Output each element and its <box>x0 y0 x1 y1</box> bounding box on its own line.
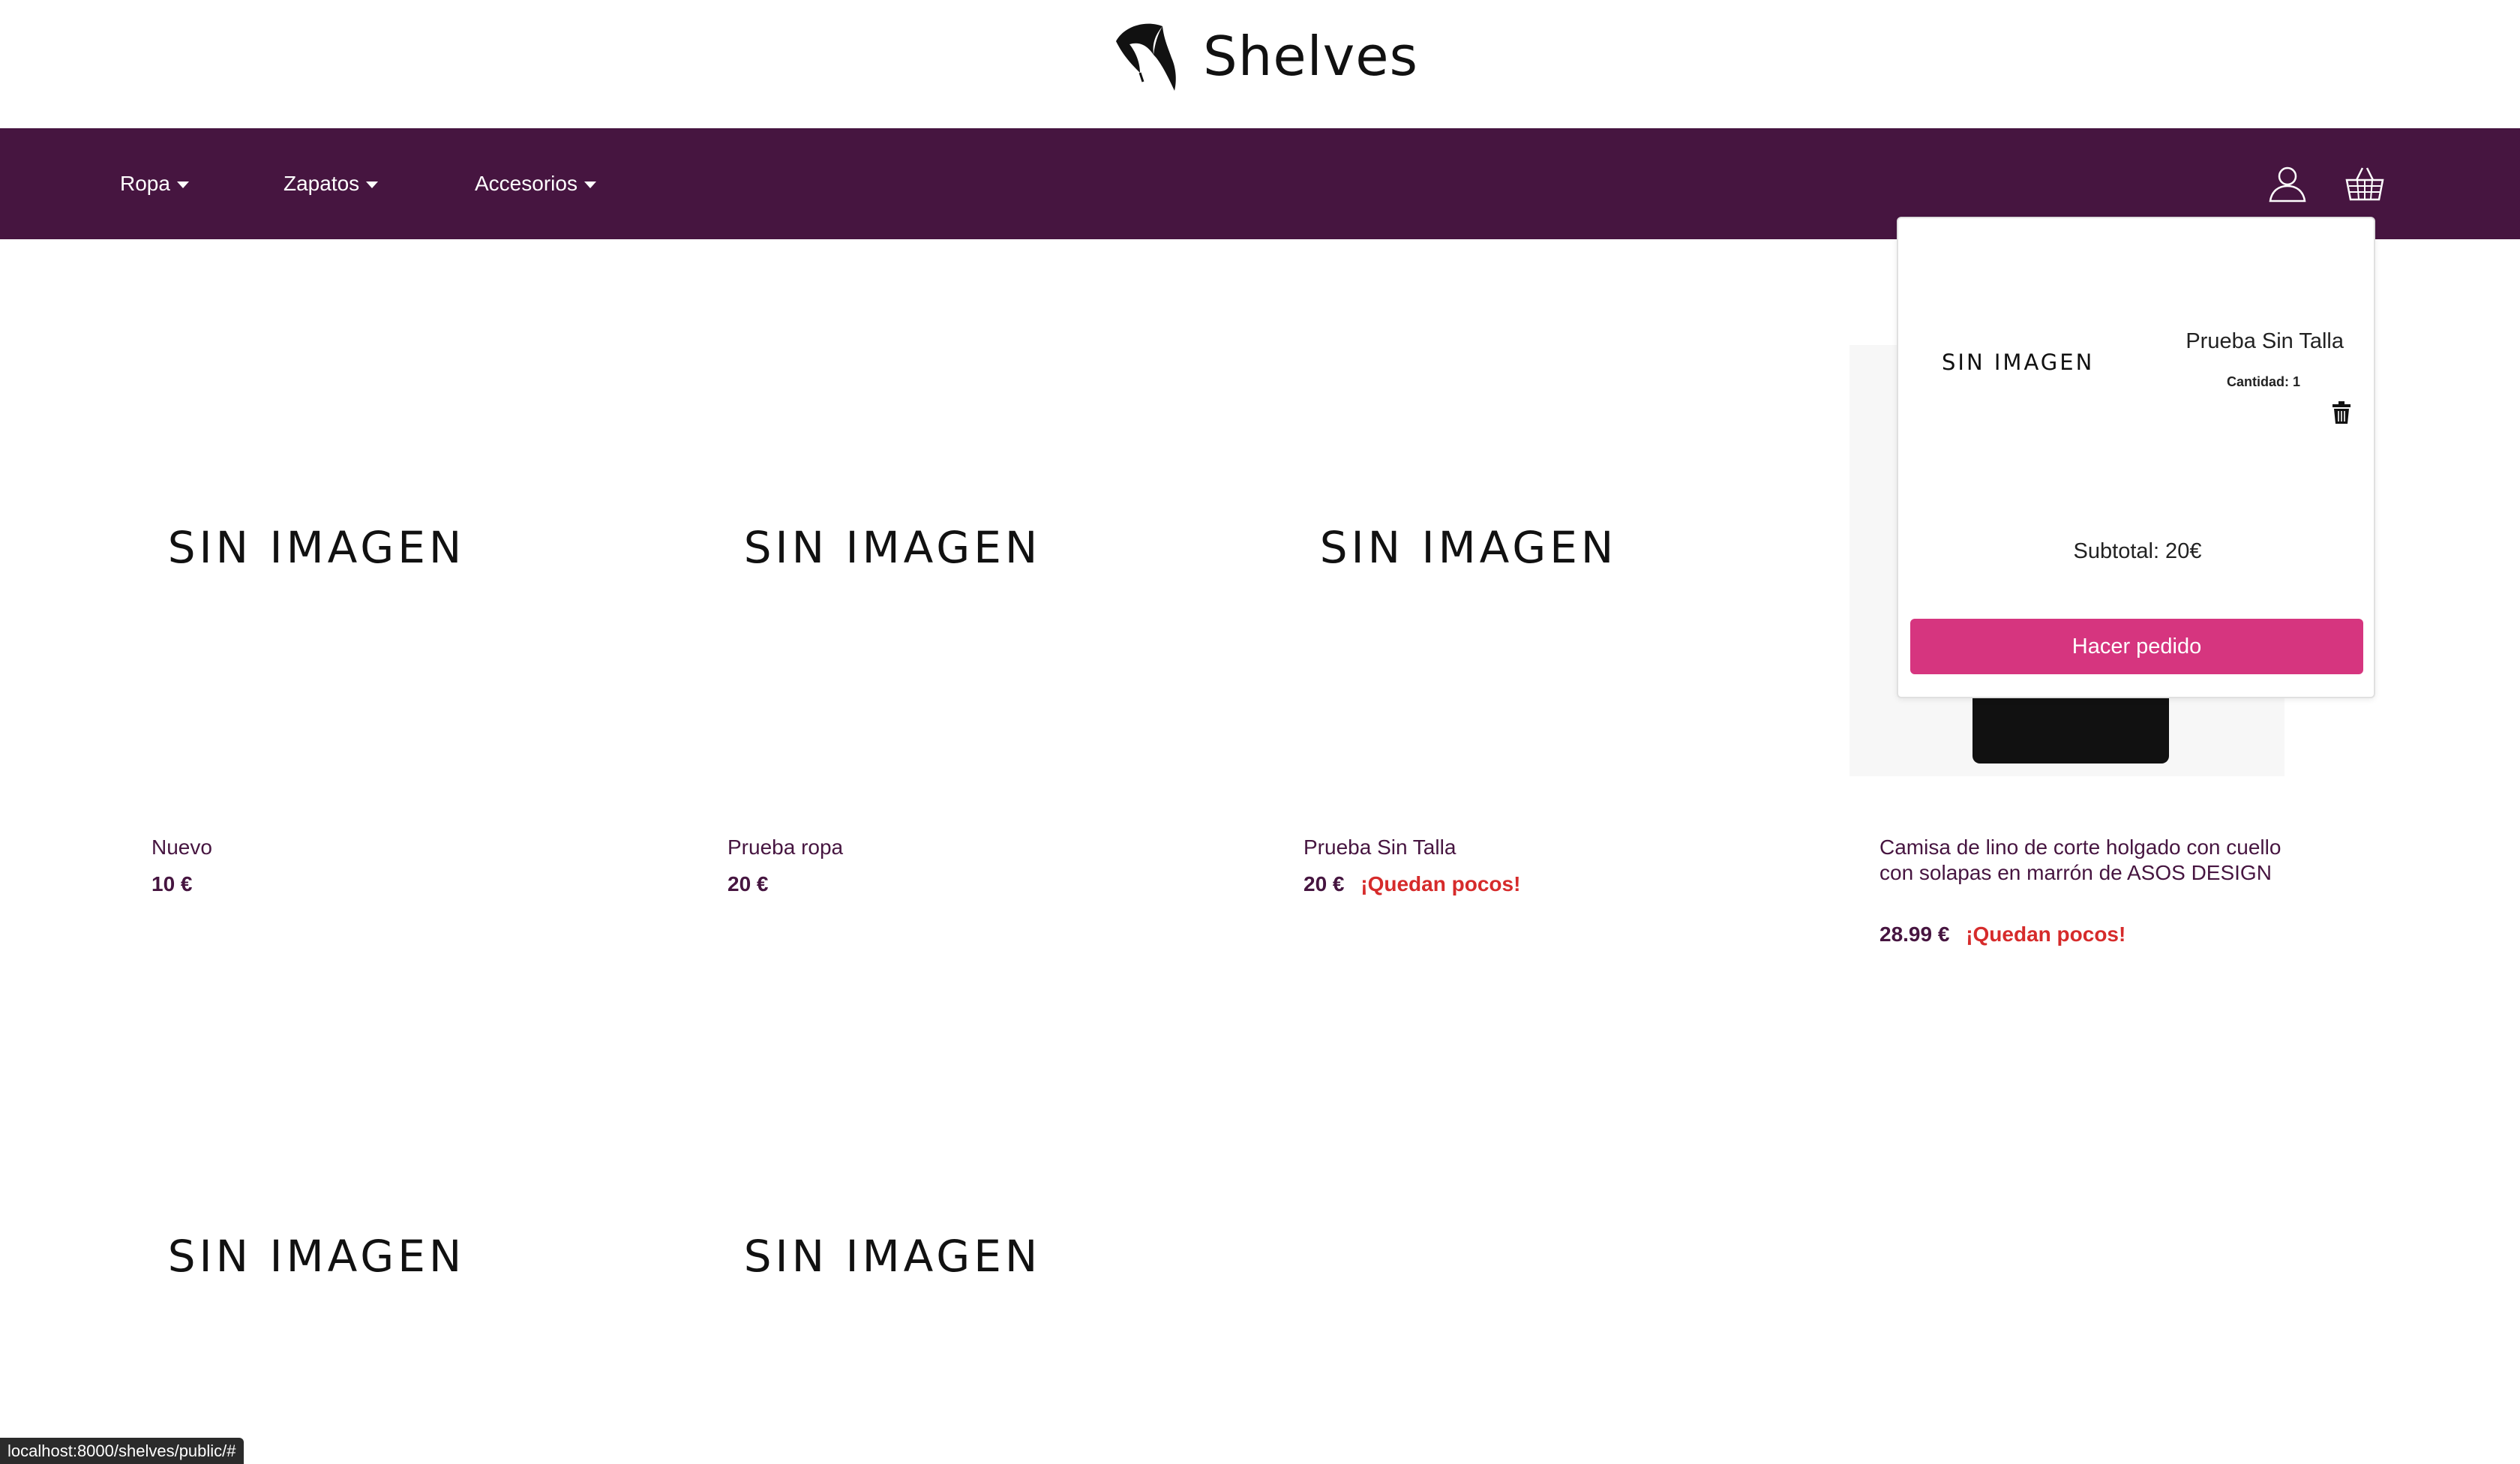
leaf-logo-icon <box>1116 23 1176 91</box>
caret-down-icon <box>584 181 596 188</box>
cart-subtotal: Subtotal: 20€ <box>2073 539 2202 563</box>
product-image-placeholder[interactable]: SIN IMAGEN <box>728 1039 1208 1464</box>
cart-item-image-placeholder: SIN IMAGEN <box>1942 350 2095 375</box>
nav-dropdown-accesorios[interactable]: Accesorios <box>475 128 596 239</box>
site-header: Shelves <box>0 0 2520 128</box>
cart-item-name[interactable]: Prueba Sin Talla <box>2186 329 2344 354</box>
user-icon[interactable] <box>2267 164 2308 204</box>
product-price: 20 € <box>728 872 769 896</box>
no-image-text: SIN IMAGEN <box>167 1231 466 1282</box>
product-name[interactable]: Prueba Sin Talla <box>1304 835 1784 860</box>
product-image-placeholder[interactable]: SIN IMAGEN <box>728 330 1208 765</box>
no-image-text: SIN IMAGEN <box>1319 522 1618 573</box>
brand-name: Shelves <box>1203 25 1419 88</box>
product-image-placeholder[interactable]: SIN IMAGEN <box>152 330 632 765</box>
product-name[interactable]: Nuevo <box>152 835 632 860</box>
caret-down-icon <box>176 181 189 188</box>
nav-dropdown-ropa[interactable]: Ropa <box>120 128 189 239</box>
product-image-placeholder[interactable]: SIN IMAGEN <box>1304 330 1784 765</box>
product-name[interactable]: Camisa de lino de corte holgado con cuel… <box>1880 835 2284 886</box>
product-price: 28.99 € ¡Quedan pocos! <box>1880 922 2126 946</box>
product-image-placeholder[interactable]: SIN IMAGEN <box>152 1039 632 1464</box>
place-order-button[interactable]: Hacer pedido <box>1910 619 2363 674</box>
browser-status-url: localhost:8000/shelves/public/# <box>0 1438 244 1464</box>
no-image-text: SIN IMAGEN <box>743 522 1042 573</box>
product-price: 10 € <box>152 872 193 896</box>
product-price: 20 € ¡Quedan pocos! <box>1304 872 1520 896</box>
product-name[interactable]: Prueba ropa <box>728 835 1208 860</box>
caret-down-icon <box>366 181 379 188</box>
cart-item-quantity: Cantidad: 1 <box>2227 374 2301 389</box>
price-value: 20 € <box>728 872 769 896</box>
nav-label-ropa: Ropa <box>120 172 170 195</box>
nav-label-accesorios: Accesorios <box>475 172 578 195</box>
brand-logo[interactable]: Shelves <box>1110 15 1418 98</box>
nav-label-zapatos: Zapatos <box>284 172 360 195</box>
basket-icon[interactable] <box>2344 164 2385 204</box>
price-value: 10 € <box>152 872 193 896</box>
cart-dropdown: SIN IMAGEN Prueba Sin Talla Cantidad: 1 … <box>1897 217 2375 698</box>
low-stock-label: ¡Quedan pocos! <box>1360 872 1521 896</box>
no-image-text: SIN IMAGEN <box>167 522 466 573</box>
no-image-text: SIN IMAGEN <box>743 1231 1042 1282</box>
nav-dropdown-zapatos[interactable]: Zapatos <box>284 128 379 239</box>
trash-icon[interactable] <box>2332 400 2351 424</box>
low-stock-label: ¡Quedan pocos! <box>1966 922 2126 946</box>
price-value: 20 € <box>1304 872 1345 896</box>
price-value: 28.99 € <box>1880 922 1950 946</box>
